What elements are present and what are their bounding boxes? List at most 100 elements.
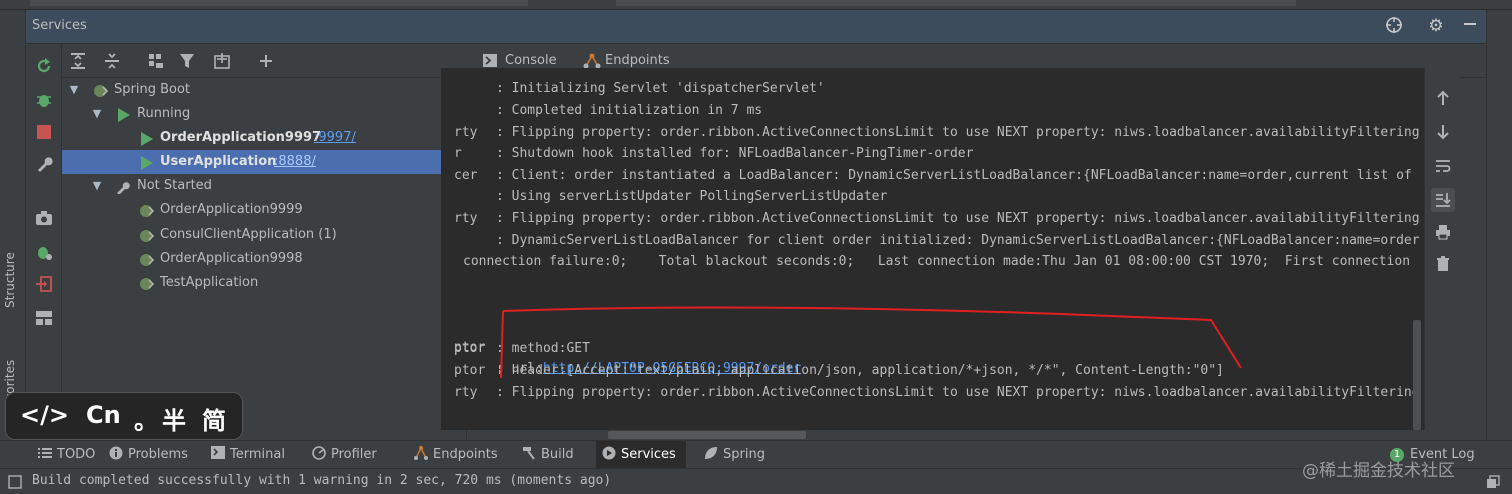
scroll-to-end-icon[interactable] (1431, 188, 1455, 212)
tab-problems[interactable]: Problems (109, 441, 188, 469)
bottom-tool-bar: TODO Problems Terminal Profiler Endpoint… (0, 440, 1512, 469)
endpoints-icon (583, 53, 601, 69)
console-output[interactable]: : Initializing Servlet 'dispatcherServle… (441, 68, 1424, 430)
ide-window: Structure Favorites Services ⚙ ▼ Spring … (0, 0, 1512, 494)
layout-icon[interactable] (34, 308, 54, 328)
login-icon[interactable] (34, 274, 54, 294)
terminal-icon (211, 443, 225, 459)
tree-label: OrderApplication9997 (160, 130, 322, 145)
console-side-toolbar (1424, 68, 1460, 430)
right-tool-gutter (1486, 10, 1512, 440)
ime-width-toggle[interactable]: 半 (162, 401, 186, 436)
spring-leaf-icon (704, 443, 718, 459)
services-tree: ▼ Spring Boot ▼ Running OrderApplication… (62, 78, 467, 440)
add-icon[interactable] (256, 51, 276, 71)
tab-endpoints-bottom[interactable]: Endpoints (414, 441, 498, 469)
tree-label: Running (137, 106, 191, 121)
red-annotation (500, 306, 1242, 379)
print-icon[interactable] (1433, 222, 1453, 242)
tree-node-test-app[interactable]: TestApplication (62, 271, 467, 295)
spring-boot-icon (138, 203, 155, 217)
tree-label: UserApplication (160, 154, 277, 169)
services-header: Services ⚙ (26, 10, 1486, 44)
ime-lang-toggle[interactable]: Cn (86, 401, 121, 429)
editor-tab-strip (0, 0, 1512, 10)
play-icon (140, 131, 156, 146)
chevron-down-icon[interactable]: ▼ (67, 78, 81, 102)
ime-code-toggle[interactable]: </> (20, 401, 69, 429)
console-horizontal-scrollbar[interactable] (608, 431, 806, 439)
panel-title: Services (32, 18, 87, 33)
gear-icon[interactable]: ⚙ (1426, 16, 1446, 36)
tree-label: OrderApplication9998 (160, 251, 303, 266)
chevron-down-icon[interactable]: ▼ (90, 102, 104, 126)
port-link[interactable]: :9997/ (314, 126, 356, 150)
notifications-icon[interactable] (1486, 475, 1500, 489)
ime-simplified-toggle[interactable]: 简 (202, 401, 226, 436)
minimize-icon[interactable] (1460, 16, 1480, 36)
trash-icon[interactable] (1433, 254, 1453, 274)
tab-services[interactable]: Services (596, 441, 686, 469)
crosshair-icon[interactable] (1384, 16, 1404, 36)
ime-toolbar[interactable]: </> Cn 。 半 简 (5, 392, 243, 440)
tree-node-user-app[interactable]: UserApplication :8888/ (62, 150, 467, 174)
camera-icon[interactable] (34, 208, 54, 228)
tree-label: OrderApplication9999 (160, 202, 303, 217)
info-icon (109, 443, 123, 460)
tree-node-running[interactable]: ▼ Running (62, 102, 467, 126)
collapse-all-icon[interactable] (102, 51, 122, 71)
tab-build[interactable]: Build (522, 441, 574, 469)
new-group-icon[interactable] (212, 51, 232, 71)
port-link[interactable]: :8888/ (274, 150, 316, 174)
console-icon (483, 54, 497, 67)
tree-node-not-started[interactable]: ▼ Not Started (62, 174, 467, 198)
hammer-icon (522, 443, 536, 460)
tab-todo[interactable]: TODO (38, 441, 95, 469)
tab-terminal[interactable]: Terminal (211, 441, 285, 469)
tree-label: Spring Boot (114, 82, 191, 97)
ime-punct-toggle[interactable]: 。 (134, 401, 158, 436)
tab-spring[interactable]: Spring (704, 441, 765, 469)
list-icon (38, 443, 52, 458)
tree-node-order-app-9997[interactable]: OrderApplication9997 :9997/ (62, 126, 467, 150)
tab-profiler[interactable]: Profiler (312, 441, 377, 469)
status-bar: Build completed successfully with 1 warn… (0, 468, 1512, 494)
chevron-down-icon[interactable]: ▼ (90, 174, 104, 198)
spring-boot-icon (138, 276, 155, 290)
play-icon (117, 107, 133, 122)
tree-label: TestApplication (160, 275, 259, 290)
structure-tab[interactable]: Structure (3, 252, 17, 308)
tree-label: Not Started (137, 178, 212, 193)
tree-toolbar (62, 44, 467, 78)
spring-boot-icon (138, 228, 155, 242)
tree-label: ConsulClientApplication (1) (160, 227, 337, 242)
services-icon (602, 443, 616, 460)
rerun-icon[interactable] (34, 56, 54, 76)
wrench-icon (115, 179, 131, 195)
arrow-up-icon[interactable] (1433, 88, 1453, 108)
stop-icon[interactable] (34, 122, 54, 142)
tree-node-consul-client[interactable]: ConsulClientApplication (1) (62, 223, 467, 247)
group-by-icon[interactable] (146, 51, 166, 71)
debug-icon[interactable] (34, 90, 54, 110)
endpoints-icon (414, 443, 428, 460)
tree-node-order-app-9998[interactable]: OrderApplication9998 (62, 247, 467, 271)
profiler-icon (312, 443, 326, 460)
expand-all-icon[interactable] (68, 51, 88, 71)
watermark: @稀土掘金技术社区 (1302, 461, 1455, 481)
console-vertical-scrollbar[interactable] (1413, 320, 1421, 430)
status-message: Build completed successfully with 1 warn… (32, 473, 612, 488)
debug-settings-icon[interactable] (34, 242, 54, 262)
spring-boot-icon (138, 252, 155, 266)
tree-node-order-app-9999[interactable]: OrderApplication9999 (62, 198, 467, 222)
toggle-tool-windows-icon[interactable] (8, 475, 22, 489)
wrench-icon[interactable] (34, 154, 54, 174)
play-icon (140, 155, 156, 170)
services-action-column (26, 44, 62, 440)
filter-icon[interactable] (178, 51, 198, 71)
arrow-down-icon[interactable] (1433, 122, 1453, 142)
left-tool-gutter: Structure Favorites (0, 10, 26, 440)
spring-boot-icon (92, 83, 109, 97)
soft-wrap-icon[interactable] (1433, 156, 1453, 176)
tree-node-spring-boot[interactable]: ▼ Spring Boot (62, 78, 467, 102)
